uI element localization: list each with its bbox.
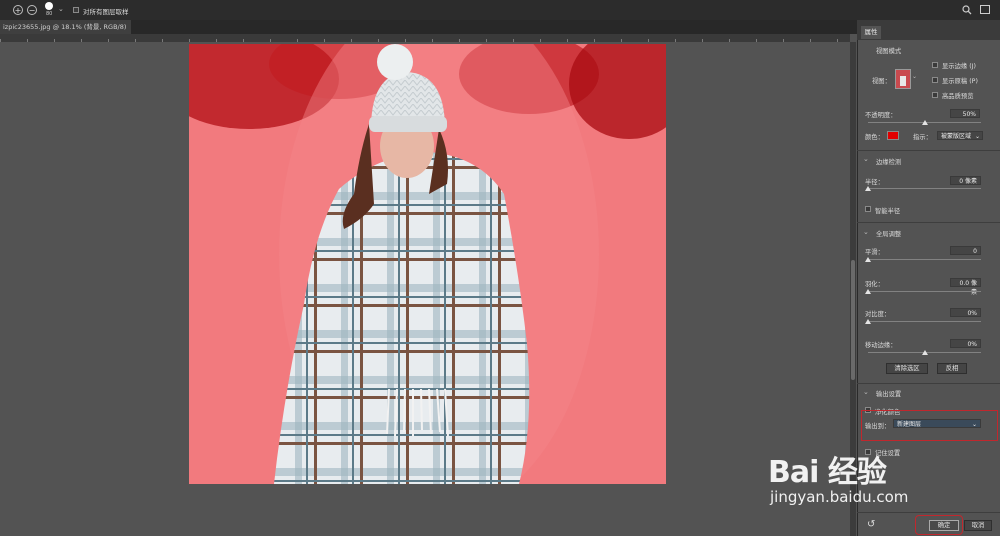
color-label: 颜色：: [865, 134, 884, 141]
output-chevron-icon[interactable]: ⌄: [863, 389, 869, 396]
smart-radius-label: 智能半径: [875, 208, 901, 215]
zoom-in-icon[interactable]: +: [13, 5, 23, 15]
window-icon[interactable]: [980, 5, 990, 14]
global-refine-chevron-icon[interactable]: ⌄: [863, 229, 869, 236]
indicate-select[interactable]: 被蒙版区域 ⌄: [937, 131, 983, 140]
sample-all-layers-checkbox[interactable]: [73, 7, 79, 13]
shift-edge-field[interactable]: 0%: [950, 339, 981, 348]
smooth-field[interactable]: 0: [950, 246, 981, 255]
smooth-slider[interactable]: [868, 259, 981, 260]
ok-button[interactable]: 确定: [929, 520, 959, 531]
indicate-value: 被蒙版区域: [941, 133, 972, 140]
brush-size: 80: [46, 11, 53, 17]
radius-label: 半径：: [865, 179, 884, 186]
clear-selection-button[interactable]: 清除选区: [886, 363, 928, 374]
document-tab[interactable]: izpic23655.jpg @ 18.1% (背景, RGB/8) ×: [0, 20, 131, 34]
feather-slider[interactable]: [868, 291, 981, 292]
view-label: 视图：: [872, 78, 891, 85]
watermark-url: jingyan.baidu.com: [770, 488, 909, 506]
options-bar: [0, 0, 1000, 21]
document-tab-bar: [0, 20, 1000, 34]
view-dropdown-icon[interactable]: ⌄: [912, 73, 917, 80]
scrollbar-thumb[interactable]: [851, 260, 855, 380]
global-refine-header: 全局调整: [876, 231, 902, 238]
image-preview: [189, 44, 666, 484]
opacity-slider-knob[interactable]: [922, 120, 928, 125]
contrast-field[interactable]: 0%: [950, 308, 981, 317]
feather-field[interactable]: 0.0 像素: [950, 278, 981, 296]
shift-edge-label: 移动边缘：: [865, 342, 897, 349]
document-title: izpic23655.jpg @ 18.1% (背景, RGB/8): [3, 23, 127, 31]
search-icon[interactable]: [962, 5, 972, 15]
radius-field[interactable]: 0 像素: [950, 176, 981, 185]
show-edges-label: 显示边缘 (J): [942, 63, 976, 70]
output-to-select[interactable]: 新建图层 ⌄: [893, 419, 981, 428]
invert-button[interactable]: 反相: [937, 363, 967, 374]
shift-edge-slider-knob[interactable]: [922, 350, 928, 355]
color-swatch[interactable]: [887, 131, 899, 140]
divider: [857, 512, 1000, 513]
reset-icon[interactable]: ↺: [867, 519, 875, 530]
high-quality-label: 高品质预览: [942, 93, 974, 100]
show-original-checkbox[interactable]: [932, 77, 938, 83]
opacity-field[interactable]: 50%: [950, 109, 980, 118]
output-to-value: 新建图层: [897, 421, 922, 428]
contrast-label: 对比度：: [865, 311, 891, 318]
smart-radius-checkbox[interactable]: [865, 206, 871, 212]
tab-properties[interactable]: 属性: [861, 26, 881, 39]
edge-detection-header: 边缘检测: [876, 159, 902, 166]
show-edges-checkbox[interactable]: [932, 62, 938, 68]
zoom-out-icon[interactable]: −: [27, 5, 37, 15]
radius-slider[interactable]: [868, 188, 981, 189]
watermark-logo: Bai 经验: [768, 455, 887, 490]
edge-detection-chevron-icon[interactable]: ⌄: [863, 156, 869, 163]
divider: [857, 222, 1000, 223]
output-header: 输出设置: [876, 391, 902, 398]
cancel-button[interactable]: 取消: [964, 520, 992, 531]
divider: [857, 150, 1000, 151]
brush-dropdown-icon[interactable]: ⌄: [58, 5, 64, 13]
smooth-label: 平滑：: [865, 249, 884, 256]
opacity-label: 不透明度：: [865, 112, 897, 119]
high-quality-checkbox[interactable]: [932, 92, 938, 98]
show-original-label: 显示原稿 (P): [942, 78, 978, 85]
contrast-slider[interactable]: [868, 321, 981, 322]
brush-icon[interactable]: [45, 2, 53, 10]
document-image: [189, 44, 666, 484]
feather-label: 羽化：: [865, 281, 884, 288]
divider: [857, 383, 1000, 384]
radius-slider-knob[interactable]: [865, 186, 871, 191]
contrast-slider-knob[interactable]: [865, 319, 871, 324]
sample-all-layers-label: 对所有图层取样: [83, 8, 129, 16]
smooth-slider-knob[interactable]: [865, 257, 871, 262]
view-thumbnail[interactable]: [895, 69, 911, 89]
output-to-label: 输出到：: [865, 423, 891, 430]
view-mode-header: 视图模式: [876, 48, 902, 55]
indicate-label: 指示：: [913, 134, 932, 141]
feather-slider-knob[interactable]: [865, 289, 871, 294]
